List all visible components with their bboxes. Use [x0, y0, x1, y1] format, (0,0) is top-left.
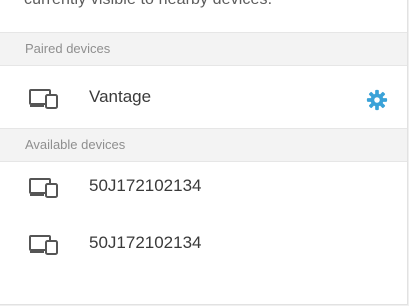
paired-devices-header-label: Paired devices: [25, 41, 111, 56]
available-device-row[interactable]: 50J172102134: [0, 218, 407, 270]
available-device-name: 50J172102134: [89, 176, 202, 195]
paired-devices-header: Paired devices: [0, 32, 407, 66]
available-device-row[interactable]: 50J172102134: [0, 161, 407, 213]
gear-icon[interactable]: [366, 89, 388, 111]
available-devices-header: Available devices: [0, 128, 407, 162]
devices-icon: [29, 235, 58, 255]
devices-icon: [29, 178, 58, 198]
available-device-name: 50J172102134: [89, 233, 202, 252]
paired-device-name: Vantage: [89, 87, 152, 106]
visibility-description: currently visible to nearby devices.: [24, 0, 272, 9]
devices-icon: [29, 89, 58, 109]
paired-device-row-vantage[interactable]: Vantage: [0, 72, 407, 124]
bluetooth-settings-panel: currently visible to nearby devices. Pai…: [0, 0, 408, 305]
available-devices-header-label: Available devices: [25, 137, 126, 152]
